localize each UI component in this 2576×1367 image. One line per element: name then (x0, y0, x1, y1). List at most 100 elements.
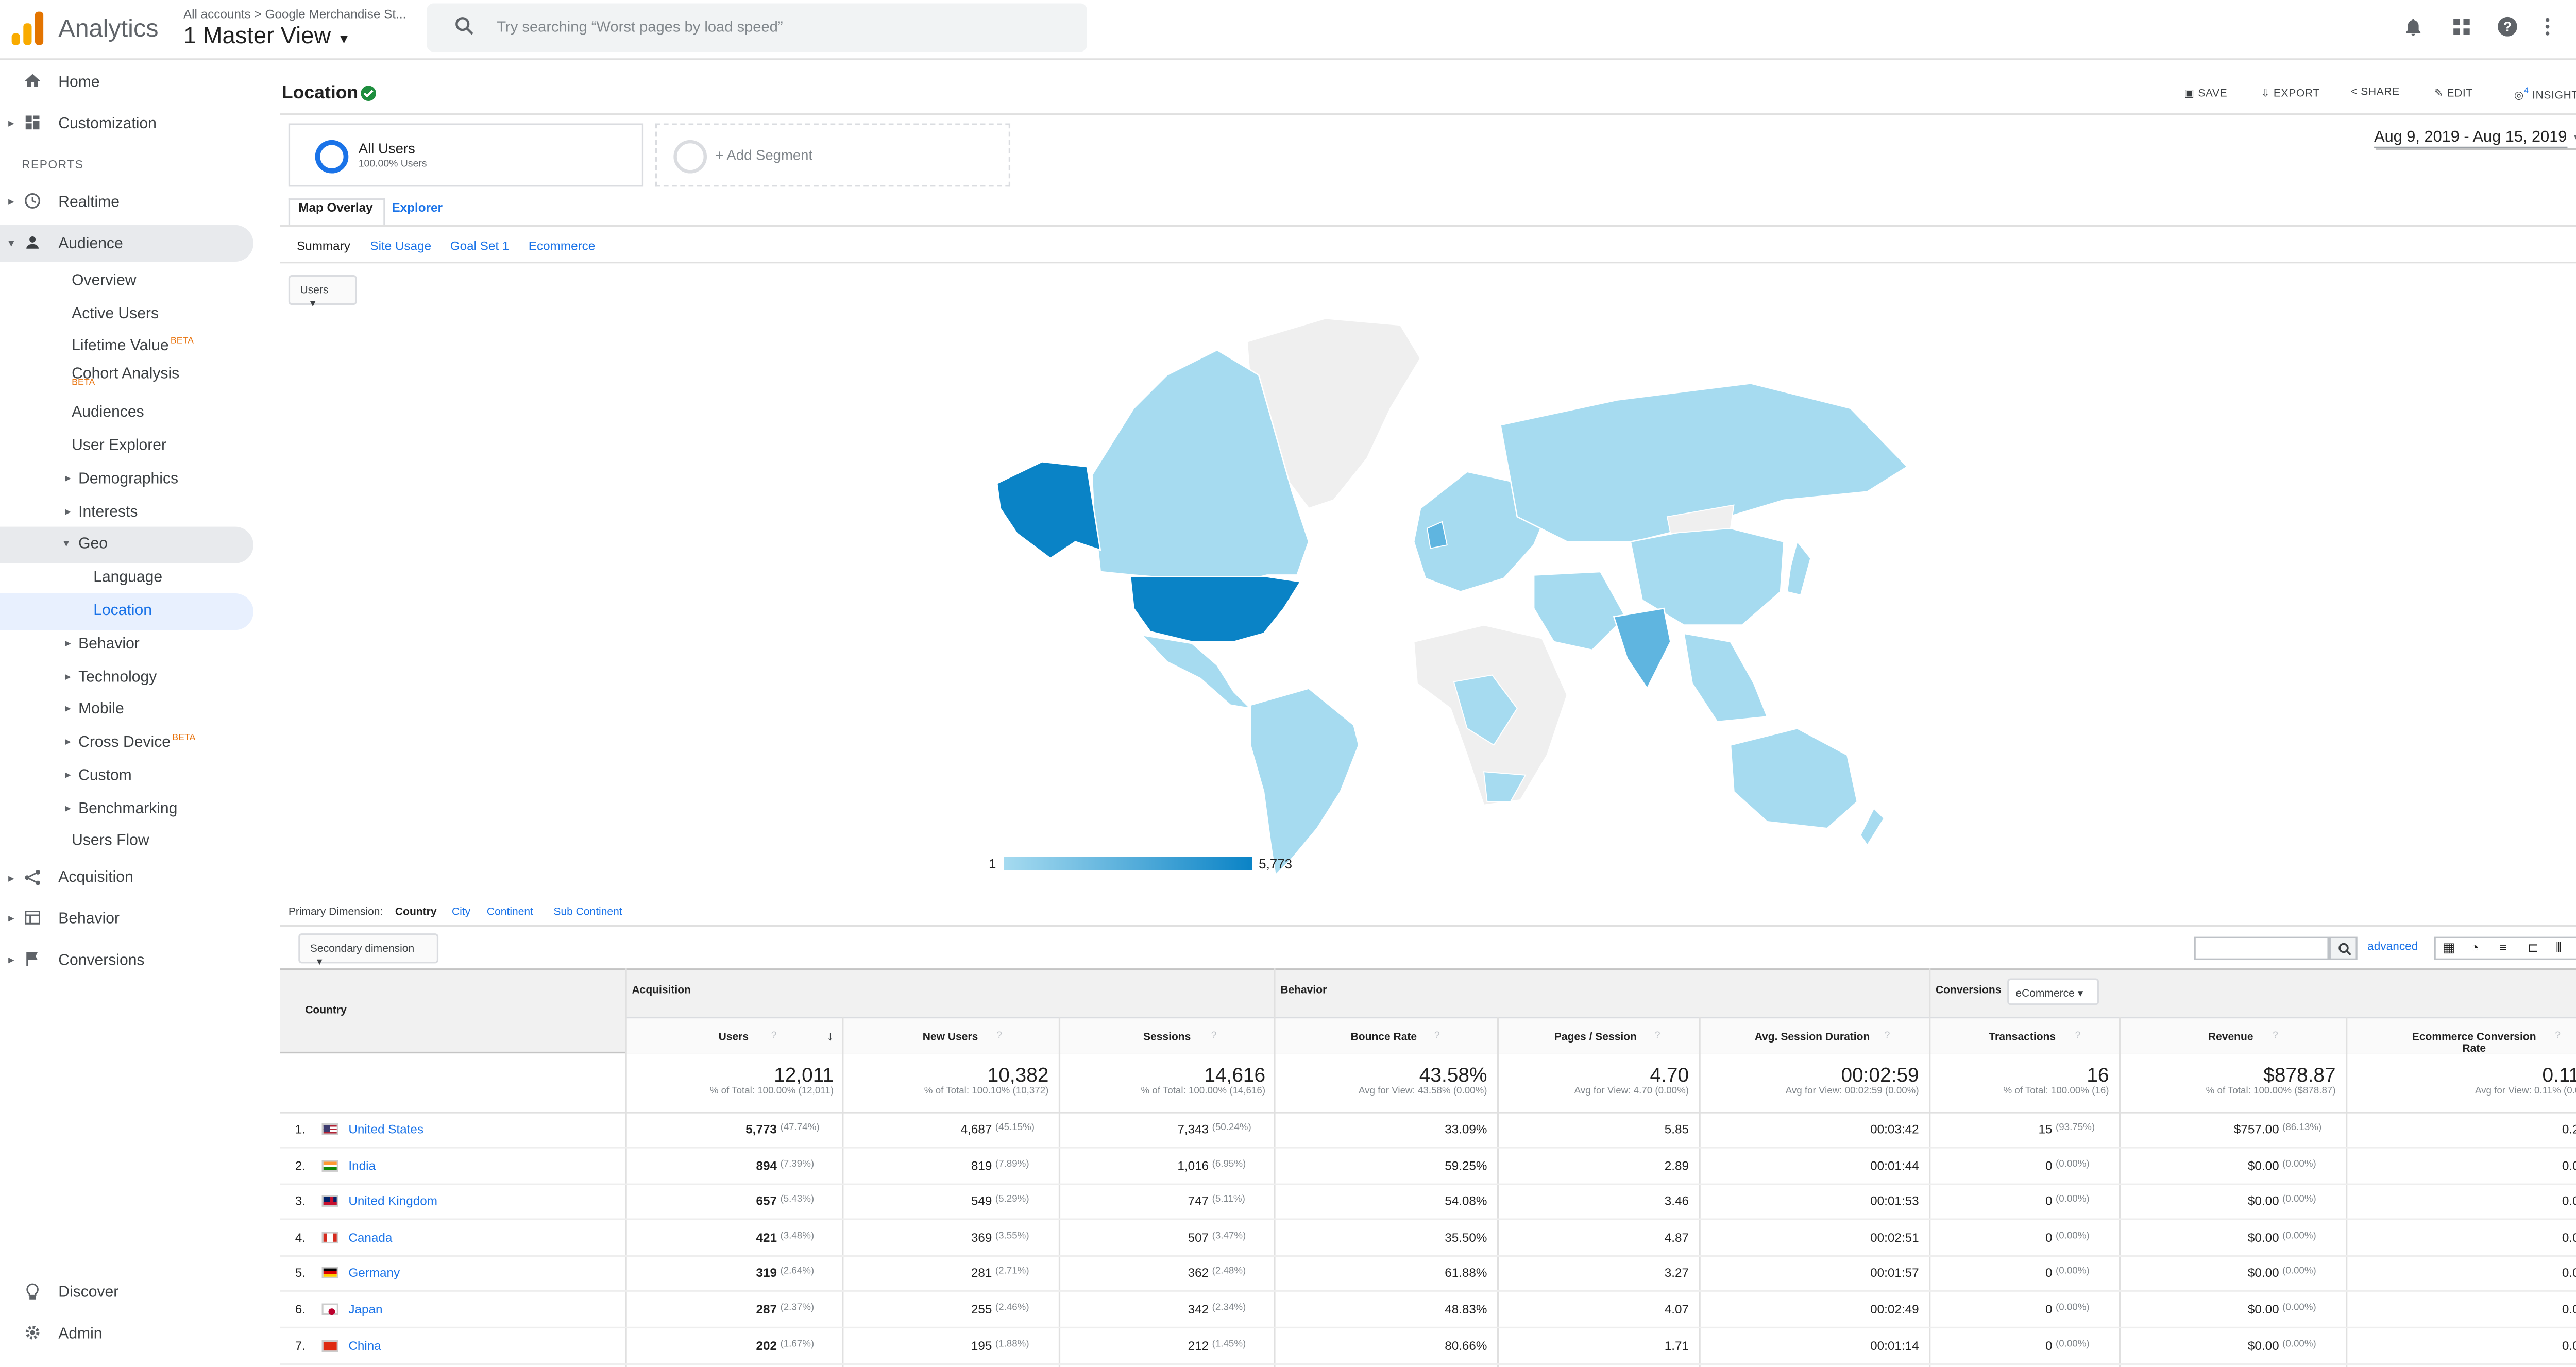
sort-arrow-down-icon[interactable]: ↓ (827, 1029, 834, 1044)
country-link[interactable]: Canada (348, 1230, 392, 1245)
sidebar-item-realtime[interactable]: Realtime (58, 193, 120, 210)
caret-right-icon[interactable]: ▸ (8, 953, 14, 967)
pivot-view-icon[interactable]: ⦀ (2556, 940, 2562, 956)
sidebar-item-lifetime-value[interactable]: Lifetime Value BETA (72, 337, 194, 354)
column-header-avg-session-duration[interactable]: Avg. Session Duration (1745, 1032, 1879, 1044)
table-search-button[interactable] (2329, 936, 2358, 960)
tab-map-overlay-label[interactable]: Map Overlay (298, 200, 372, 215)
sidebar-item-behavior[interactable]: Behavior (58, 910, 120, 927)
comparison-view-icon[interactable]: ⊏ (2528, 940, 2539, 955)
help-icon[interactable]: ? (1211, 1032, 1217, 1041)
sidebar-item-home[interactable]: Home (58, 73, 99, 90)
dimension-country[interactable]: Country (395, 907, 437, 918)
sidebar-item-users-flow[interactable]: Users Flow (72, 832, 149, 848)
help-icon[interactable]: ? (2555, 1032, 2561, 1041)
more-vert-icon[interactable] (2541, 15, 2554, 38)
caret-right-icon[interactable]: ▸ (8, 912, 14, 925)
caret-right-icon[interactable]: ▸ (8, 117, 14, 130)
sidebar-item-conversions[interactable]: Conversions (58, 952, 144, 968)
subtab-ecommerce[interactable]: Ecommerce (529, 238, 595, 253)
sidebar-item-location[interactable]: Location (93, 602, 152, 618)
dimension-continent[interactable]: Continent (487, 907, 533, 918)
bell-icon[interactable] (2402, 15, 2424, 38)
country-link[interactable]: Germany (348, 1266, 400, 1280)
sidebar-item-customization[interactable]: Customization (58, 115, 157, 131)
add-segment-button[interactable]: + Add Segment (655, 123, 1011, 187)
secondary-dimension-dropdown[interactable]: Secondary dimension ▾ (298, 933, 439, 968)
caret-right-icon[interactable]: ▸ (65, 505, 71, 519)
sidebar-item-custom[interactable]: Custom (78, 767, 132, 783)
subtab-site-usage[interactable]: Site Usage (370, 238, 431, 253)
tab-explorer[interactable]: Explorer (392, 200, 442, 215)
column-header-transactions[interactable]: Transactions (1956, 1032, 2089, 1044)
pie-view-icon[interactable]: ◔ (2471, 940, 2479, 955)
caret-right-icon[interactable]: ▸ (65, 670, 71, 684)
help-icon[interactable]: ? (771, 1032, 777, 1041)
dimension-subcontinent[interactable]: Sub Continent (553, 907, 622, 918)
account-breadcrumb[interactable]: All accounts > Google Merchandise St... (183, 7, 406, 22)
caret-right-icon[interactable]: ▸ (65, 802, 71, 815)
caret-right-icon[interactable]: ▸ (65, 637, 71, 650)
insights-button[interactable]: ◎4 INSIGHTS (2514, 87, 2576, 102)
sidebar-item-active-users[interactable]: Active Users (72, 305, 159, 321)
sidebar-item-overview[interactable]: Overview (72, 271, 136, 288)
sidebar-item-user-explorer[interactable]: User Explorer (72, 437, 166, 453)
subtab-summary[interactable]: Summary (297, 238, 350, 253)
table-view-icon[interactable]: ▦ (2443, 940, 2455, 955)
help-icon[interactable]: ? (2075, 1032, 2081, 1041)
date-range-picker[interactable]: Aug 9, 2019 - Aug 15, 2019 ▼ (2374, 128, 2576, 149)
caret-down-icon[interactable]: ▾ (8, 237, 14, 250)
caret-right-icon[interactable]: ▸ (65, 735, 71, 748)
column-header-users[interactable]: Users (667, 1032, 800, 1044)
column-header-bounce-rate[interactable]: Bounce Rate (1317, 1032, 1450, 1044)
help-icon[interactable]: ? (2273, 1032, 2278, 1041)
sidebar-item-audience[interactable]: Audience (58, 235, 123, 251)
sidebar-item-demographics[interactable]: Demographics (78, 470, 178, 487)
caret-right-icon[interactable]: ▸ (65, 702, 71, 715)
help-icon[interactable]: ? (1885, 1032, 1890, 1041)
sidebar-item-language[interactable]: Language (93, 568, 162, 585)
sidebar-item-benchmarking[interactable]: Benchmarking (78, 800, 177, 816)
column-header-pages-per-session[interactable]: Pages / Session (1529, 1032, 1662, 1044)
segment-all-users[interactable]: All Users 100.00% Users (288, 123, 644, 187)
column-header-country[interactable]: Country (305, 1005, 347, 1017)
view-selector[interactable]: 1 Master View ▼ (183, 22, 350, 48)
country-link[interactable]: Japan (348, 1302, 382, 1317)
advanced-filter-link[interactable]: advanced (2367, 942, 2418, 953)
sidebar-item-technology[interactable]: Technology (78, 669, 157, 685)
country-link[interactable]: United States (348, 1122, 423, 1137)
help-icon[interactable]: ? (2496, 15, 2519, 38)
conversions-type-dropdown[interactable]: eCommerce ▾ (2007, 978, 2099, 1005)
country-link[interactable]: China (348, 1338, 381, 1353)
help-icon[interactable]: ? (1655, 1032, 1660, 1041)
table-search-input[interactable] (2194, 936, 2329, 960)
save-button[interactable]: ▣ SAVE (2184, 87, 2227, 100)
country-link[interactable]: India (348, 1158, 376, 1173)
sidebar-item-geo[interactable]: Geo (78, 535, 108, 552)
sidebar-item-acquisition[interactable]: Acquisition (58, 868, 133, 885)
country-link[interactable]: United Kingdom (348, 1194, 437, 1209)
sidebar-item-discover[interactable]: Discover (58, 1284, 118, 1300)
metric-dropdown[interactable]: Users ▾ (288, 275, 357, 310)
search-bar[interactable]: Try searching “Worst pages by load speed… (427, 3, 1087, 52)
dimension-city[interactable]: City (452, 907, 470, 918)
caret-down-icon[interactable]: ▾ (63, 537, 69, 550)
sidebar-item-interests[interactable]: Interests (78, 503, 138, 520)
sidebar-item-mobile[interactable]: Mobile (78, 700, 124, 716)
export-button[interactable]: ⇩ EXPORT (2261, 87, 2320, 100)
share-button[interactable]: < SHARE (2351, 87, 2400, 98)
column-header-ecommerce-conversion-rate[interactable]: Ecommerce Conversion Rate (2408, 1032, 2541, 1055)
app-name[interactable]: Analytics (58, 15, 158, 43)
sidebar-item-audience-behavior[interactable]: Behavior (78, 635, 140, 652)
subtab-goal-set[interactable]: Goal Set 1 (450, 238, 510, 253)
analytics-logo-icon[interactable] (11, 11, 45, 45)
edit-button[interactable]: ✎ EDIT (2434, 87, 2473, 100)
caret-right-icon[interactable]: ▸ (65, 472, 71, 485)
sidebar-item-cross-device[interactable]: Cross Device BETA (78, 733, 195, 750)
world-map[interactable] (984, 309, 1917, 883)
help-icon[interactable]: ? (1434, 1032, 1440, 1041)
sidebar-item-admin[interactable]: Admin (58, 1325, 102, 1342)
apps-grid-icon[interactable] (2451, 15, 2472, 38)
sidebar-item-audiences[interactable]: Audiences (72, 403, 144, 420)
caret-right-icon[interactable]: ▸ (8, 195, 14, 209)
